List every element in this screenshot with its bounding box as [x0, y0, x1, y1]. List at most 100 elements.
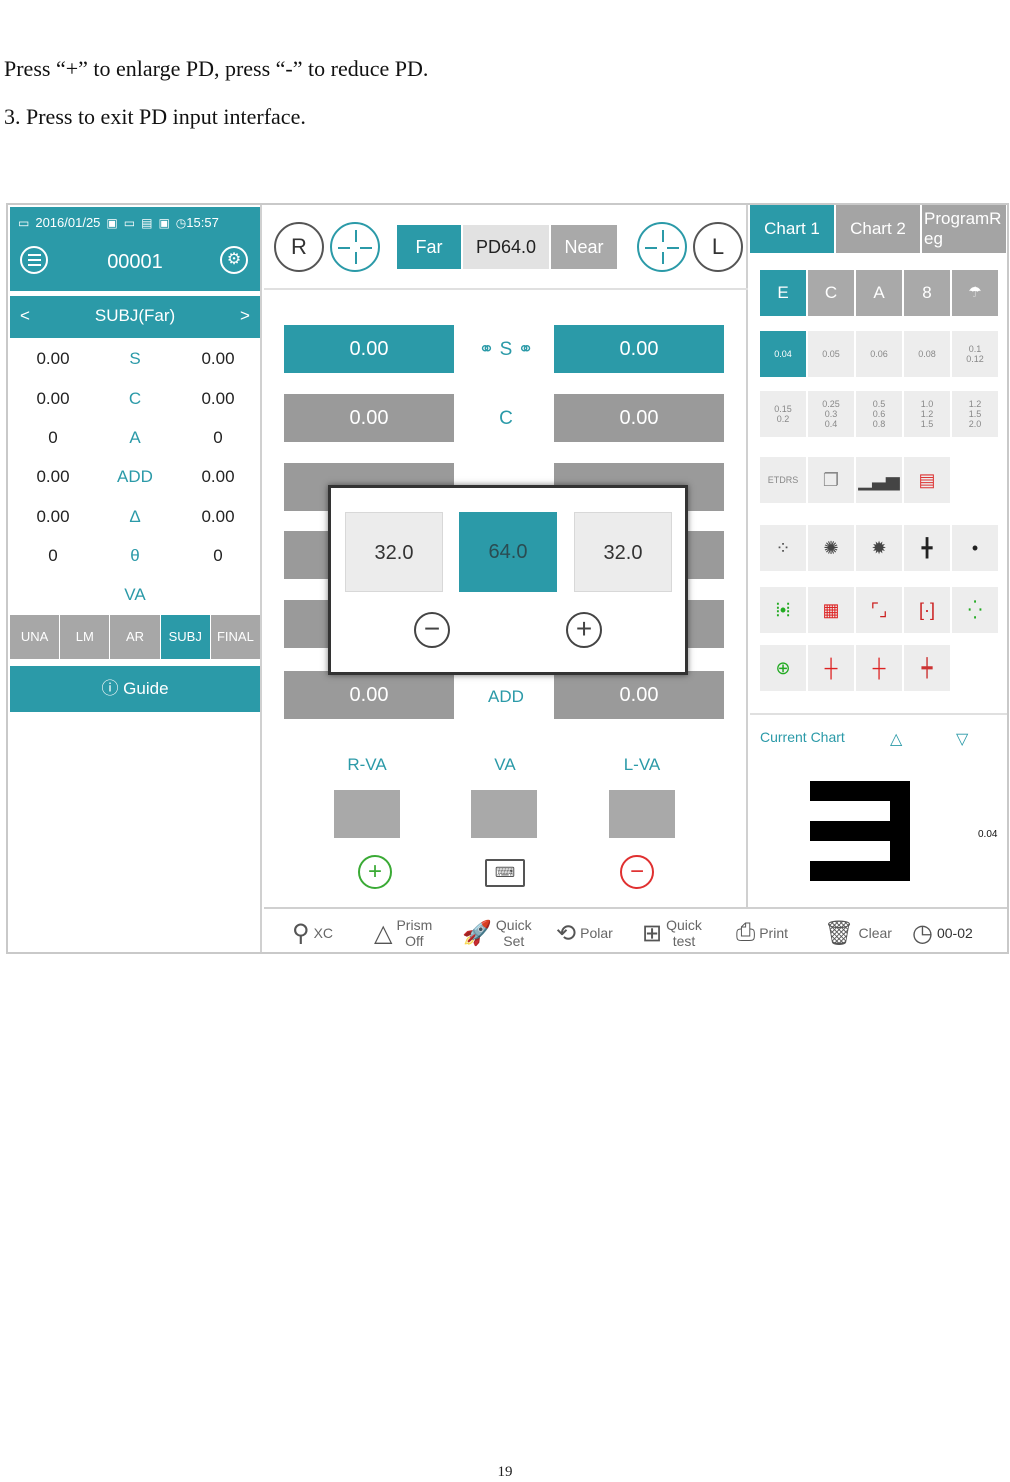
acuity-0-04[interactable]: 0.04 [760, 331, 806, 377]
mode-label: SUBJ(Far) [94, 306, 176, 325]
triangle-up-icon[interactable]: △ [890, 729, 902, 749]
row-name: θ [130, 546, 140, 565]
red-cross-icon[interactable]: ┼ [808, 645, 854, 691]
quick-test-button[interactable]: ⊞ Quick test [642, 915, 702, 951]
dots-icon[interactable]: ⁘ [760, 525, 806, 571]
l-va-box[interactable] [609, 790, 675, 838]
tab-una[interactable]: UNA [10, 615, 60, 659]
four-dot-icon[interactable]: ⁛ [952, 587, 998, 633]
crosshair-icon-left[interactable] [637, 222, 687, 272]
clear-button[interactable]: 🗑 Clear [824, 915, 892, 951]
subj-row-add[interactable]: 0.00 ADD 0.00 [10, 463, 260, 493]
add-right-value[interactable]: 0.00 [284, 671, 454, 719]
cross-grid-icon[interactable]: ╋ [904, 525, 950, 571]
optotype-umbrella-button[interactable]: ☂ [952, 270, 998, 316]
prism-off-button[interactable]: △ Prism Off [374, 915, 432, 951]
keyboard-icon[interactable]: ⌨ [485, 859, 525, 887]
triangle-down-icon[interactable]: ▽ [956, 729, 968, 749]
acuity-1-2[interactable]: 1.2 1.5 2.0 [952, 391, 998, 437]
optotype-e-button[interactable]: E [760, 270, 806, 316]
red-green-chart-icon[interactable]: ▤ [904, 457, 950, 503]
astigmatism-fan-dense-icon[interactable]: ✹ [856, 525, 902, 571]
tab-subj[interactable]: SUBJ [160, 615, 210, 659]
help-icon: ⓘ [101, 679, 119, 698]
polar-button[interactable]: ⟲ Polar [556, 915, 613, 951]
subj-row-theta[interactable]: 0 θ 0 [10, 542, 260, 572]
monitor-icon: ▭ [123, 215, 136, 230]
red-green-grid-icon[interactable]: ▦ [808, 587, 854, 633]
pd-button[interactable]: PD64.0 [463, 225, 549, 269]
pd-left-value[interactable]: 32.0 [574, 512, 672, 592]
s-label-text: S [499, 339, 513, 360]
circle-cross-icon[interactable]: ⊕ [760, 645, 806, 691]
right-eye-button[interactable]: R [274, 222, 324, 272]
add-va-right-icon[interactable]: + [358, 855, 392, 889]
link-icon[interactable]: ⚭ [478, 339, 494, 360]
pd-right-value[interactable]: 32.0 [345, 512, 443, 592]
guide-button[interactable]: ⓘ Guide [10, 666, 260, 712]
far-button[interactable]: Far [397, 225, 461, 269]
next-mode-button[interactable]: > [240, 306, 250, 326]
add-left-value[interactable]: 0.00 [554, 671, 724, 719]
tab-chart-1[interactable]: Chart 1 [750, 205, 834, 253]
bracket-square-icon[interactable]: ⌜⌟ [856, 587, 902, 633]
acuity-0-15[interactable]: 0.15 0.2 [760, 391, 806, 437]
s-left-value[interactable]: 0.00 [554, 325, 724, 373]
plus-icon[interactable]: + [566, 612, 602, 648]
rocket-icon: 🚀 [462, 919, 492, 947]
quick-set-button[interactable]: 🚀 Quick Set [462, 915, 532, 951]
acuity-0-08[interactable]: 0.08 [904, 331, 950, 377]
acuity-1-0[interactable]: 1.0 1.2 1.5 [904, 391, 950, 437]
etdrs-button[interactable]: ETDRS [760, 457, 806, 503]
subj-row-prism[interactable]: 0.00 Δ 0.00 [10, 503, 260, 533]
left-eye-button[interactable]: L [693, 222, 743, 272]
clear-label: Clear [858, 925, 892, 941]
tab-chart-2[interactable]: Chart 2 [836, 205, 920, 253]
minus-icon[interactable]: − [414, 612, 450, 648]
link-icon[interactable]: ⚭ [518, 339, 534, 360]
signal-bars-icon[interactable]: ▁▃▅ [856, 457, 902, 503]
optotype-8-button[interactable]: 8 [904, 270, 950, 316]
tab-lm[interactable]: LM [60, 615, 110, 659]
prism-icon: △ [374, 919, 393, 947]
reduce-va-left-icon[interactable]: − [620, 855, 654, 889]
status-bar: ▭ 2016/01/25 ▣ ▭ ▤ ▣ ◷ 15:57 [18, 215, 219, 230]
print-button[interactable]: ⎙ Print [736, 915, 788, 951]
acuity-0-06[interactable]: 0.06 [856, 331, 902, 377]
subj-row-s[interactable]: 0.00 S 0.00 [10, 345, 260, 375]
s-right-value[interactable]: 0.00 [284, 325, 454, 373]
instruction-line-2: 3. Press to exit PD input interface. [4, 104, 306, 129]
guide-label: Guide [123, 679, 169, 698]
status-time: 15:57 [186, 215, 219, 230]
dot-icon[interactable]: • [952, 525, 998, 571]
acuity-0-5[interactable]: 0.5 0.6 0.8 [856, 391, 902, 437]
gear-icon[interactable]: ⚙ [220, 246, 248, 274]
tab-program-reg[interactable]: ProgramReg [922, 205, 1006, 253]
subj-row-va[interactable]: VA [10, 581, 260, 611]
subj-row-a[interactable]: 0 A 0 [10, 424, 260, 454]
tab-final[interactable]: FINAL [210, 615, 261, 659]
r-va-box[interactable] [334, 790, 400, 838]
xc-button[interactable]: ⚲ XC [292, 915, 333, 951]
subj-row-c[interactable]: 0.00 C 0.00 [10, 385, 260, 415]
rotate-icon: ⟲ [556, 919, 577, 947]
optotype-a-button[interactable]: A [856, 270, 902, 316]
c-right-value[interactable]: 0.00 [284, 394, 454, 442]
bracket-icon[interactable]: [·] [904, 587, 950, 633]
timer-button[interactable]: ◷ 00-02 [912, 915, 973, 951]
acuity-0-25[interactable]: 0.25 0.3 0.4 [808, 391, 854, 437]
acuity-0-1[interactable]: 0.1 0.12 [952, 331, 998, 377]
pages-icon[interactable]: ❐ [808, 457, 854, 503]
acuity-0-05[interactable]: 0.05 [808, 331, 854, 377]
tab-ar[interactable]: AR [110, 615, 160, 659]
near-button[interactable]: Near [551, 225, 617, 269]
tick-cross-icon[interactable]: ┿ [904, 645, 950, 691]
astigmatism-fan-icon[interactable]: ✺ [808, 525, 854, 571]
va-box[interactable] [471, 790, 537, 838]
vertical-bars-icon[interactable]: ⦙•⦙ [760, 587, 806, 633]
split-cross-icon[interactable]: ┼ [856, 645, 902, 691]
optotype-c-button[interactable]: C [808, 270, 854, 316]
pd-total-value[interactable]: 64.0 [459, 512, 557, 592]
c-left-value[interactable]: 0.00 [554, 394, 724, 442]
crosshair-icon-right[interactable] [330, 222, 380, 272]
